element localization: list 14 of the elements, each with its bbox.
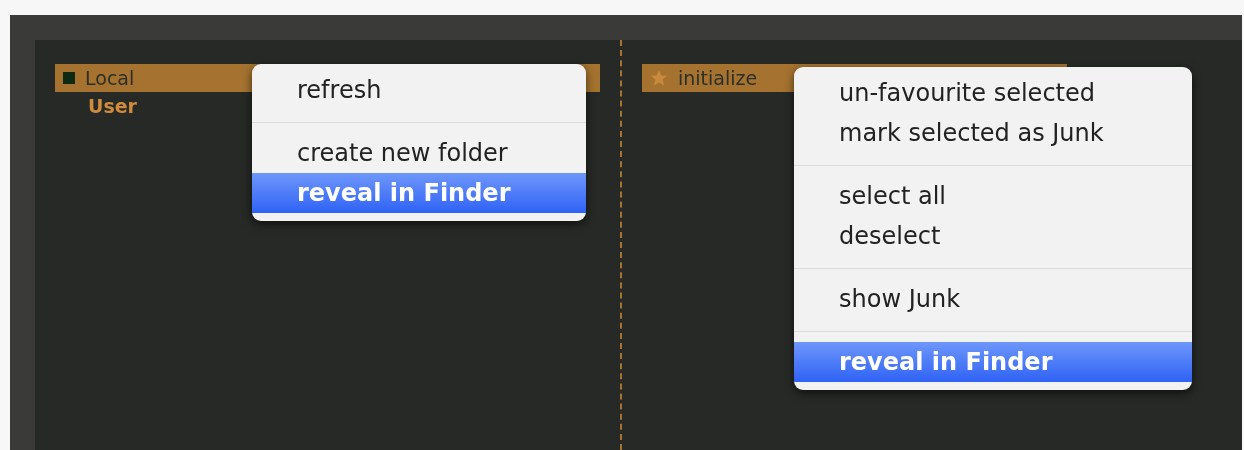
square-icon (63, 72, 75, 84)
tree-label: initialize (678, 65, 758, 91)
menu-item[interactable]: reveal in Finder (794, 342, 1192, 382)
menu-item[interactable]: mark selected as Junk (794, 113, 1192, 153)
menu-item[interactable]: un-favourite selected (794, 73, 1192, 113)
tree-label: Local (85, 65, 135, 91)
menu-item[interactable]: refresh (252, 70, 586, 110)
star-icon (650, 69, 668, 87)
menu-item[interactable]: reveal in Finder (252, 173, 586, 213)
menu-item[interactable]: deselect (794, 216, 1192, 256)
menu-item[interactable]: show Junk (794, 279, 1192, 319)
tree-label: User (88, 93, 137, 119)
menu-item[interactable]: create new folder (252, 133, 586, 173)
menu-item[interactable]: select all (794, 176, 1192, 216)
